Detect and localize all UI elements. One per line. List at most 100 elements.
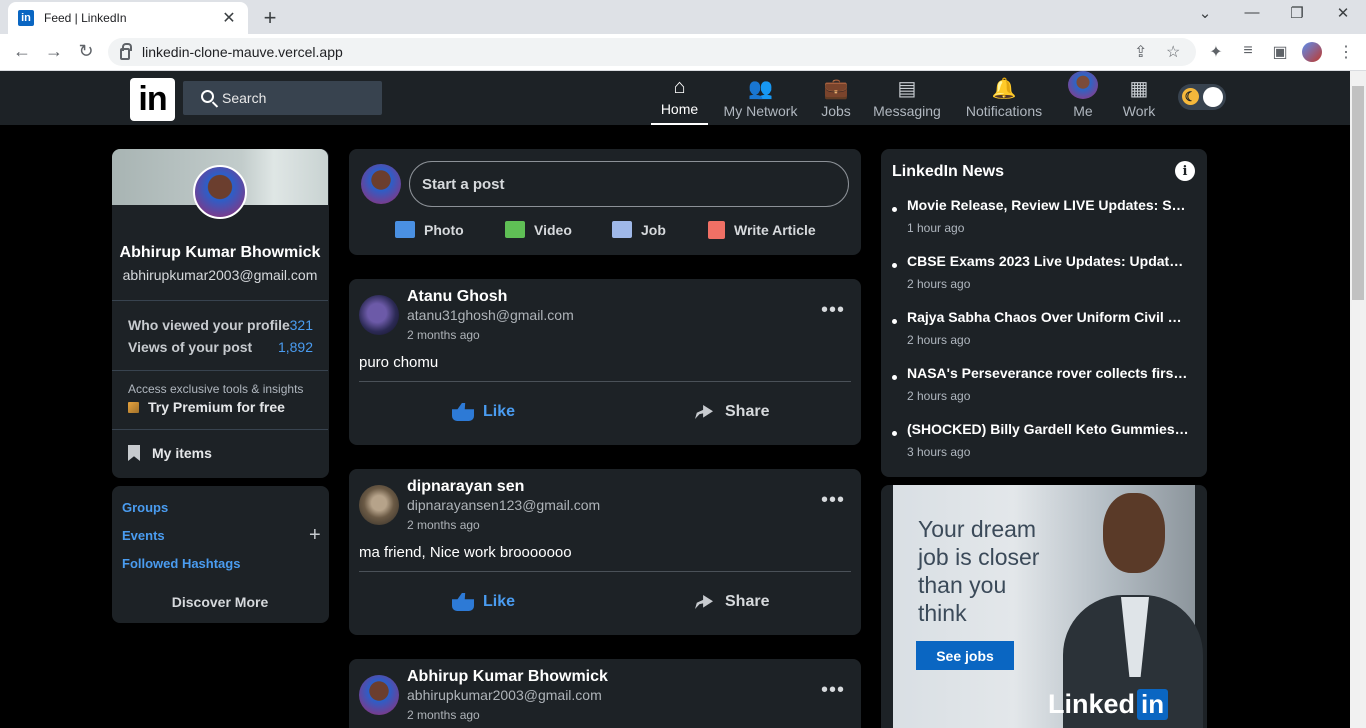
- nav-messaging[interactable]: ▤ Messaging: [869, 71, 945, 125]
- share-button[interactable]: Share: [695, 403, 769, 421]
- address-bar[interactable]: linkedin-clone-mauve.vercel.app ⇪ ☆: [108, 38, 1196, 66]
- theme-toggle[interactable]: ☾: [1178, 84, 1226, 110]
- premium-hint: Access exclusive tools & insights: [128, 382, 304, 396]
- minimize-window-icon[interactable]: —: [1242, 4, 1262, 21]
- info-icon[interactable]: i: [1175, 161, 1195, 181]
- new-tab-icon[interactable]: +: [259, 5, 281, 31]
- photo-button[interactable]: Photo: [395, 221, 464, 238]
- briefcase-icon: [612, 221, 632, 238]
- profile-name[interactable]: Abhirup Kumar Bhowmick: [112, 244, 328, 262]
- premium-link[interactable]: Try Premium for free: [128, 399, 285, 415]
- avatar[interactable]: [359, 485, 399, 525]
- post-author-name[interactable]: dipnarayan sen: [407, 478, 524, 496]
- tab-title: Feed | LinkedIn: [44, 11, 127, 25]
- profile-avatar[interactable]: [193, 165, 247, 219]
- post-text: ma friend, Nice work brooooooo: [359, 544, 572, 561]
- browser-tab[interactable]: in Feed | LinkedIn ✕: [8, 2, 248, 34]
- groups-link[interactable]: Groups: [122, 500, 168, 515]
- search-placeholder: Search: [222, 90, 267, 106]
- nav-home[interactable]: ⌂ Home: [651, 71, 708, 125]
- bullet-icon: [892, 263, 897, 268]
- stat-profile-views-label[interactable]: Who viewed your profile: [128, 317, 290, 333]
- events-link[interactable]: Events: [122, 528, 165, 543]
- divider: [359, 571, 851, 572]
- see-jobs-button[interactable]: See jobs: [916, 641, 1014, 670]
- nav-notifications[interactable]: 🔔 Notifications: [960, 71, 1048, 125]
- linkedin-logo[interactable]: in: [130, 78, 175, 121]
- bullet-icon: [892, 319, 897, 324]
- share-label: Share: [725, 593, 770, 610]
- news-headline[interactable]: Movie Release, Review LIVE Updates: Sala…: [907, 197, 1189, 213]
- start-post-input[interactable]: Start a post: [409, 161, 849, 207]
- like-button[interactable]: Like: [452, 403, 515, 421]
- post-card: dipnarayan sen dipnarayansen123@gmail.co…: [349, 469, 861, 635]
- scrollbar-thumb[interactable]: [1352, 86, 1364, 300]
- browser-profile-avatar[interactable]: [1302, 42, 1322, 62]
- bullet-icon: [892, 207, 897, 212]
- nav-jobs[interactable]: 💼 Jobs: [814, 71, 858, 125]
- back-icon[interactable]: ←: [12, 41, 32, 62]
- news-card: LinkedIn News i Movie Release, Review LI…: [881, 149, 1207, 477]
- extensions-icon[interactable]: ✦: [1206, 42, 1226, 62]
- divider: [112, 300, 328, 301]
- my-items-label: My items: [152, 445, 212, 461]
- like-button[interactable]: Like: [452, 593, 515, 611]
- search-input[interactable]: Search: [183, 81, 382, 115]
- ad-banner[interactable]: Your dream job is closer than you think …: [881, 485, 1207, 728]
- write-article-button[interactable]: Write Article: [708, 221, 816, 239]
- ad-headline: Your dream job is closer than you think: [918, 516, 1040, 626]
- media-icon[interactable]: ≡: [1238, 42, 1258, 60]
- more-options-icon[interactable]: •••: [821, 680, 845, 700]
- job-button[interactable]: Job: [612, 221, 666, 238]
- my-items-link[interactable]: My items: [128, 445, 212, 461]
- news-title: LinkedIn News: [892, 163, 1005, 180]
- divider: [112, 429, 328, 430]
- stat-post-views-label[interactable]: Views of your post: [128, 339, 252, 355]
- nav-work-label: Work: [1122, 103, 1156, 119]
- message-icon: ▤: [897, 78, 917, 100]
- news-headline[interactable]: Rajya Sabha Chaos Over Uniform Civil Cod…: [907, 309, 1189, 325]
- browser-toolbar: ← → ↻ linkedin-clone-mauve.vercel.app ⇪ …: [0, 34, 1366, 71]
- plus-icon[interactable]: +: [309, 524, 321, 547]
- side-panel-icon[interactable]: ▣: [1270, 42, 1290, 62]
- avatar[interactable]: [359, 295, 399, 335]
- forward-icon[interactable]: →: [44, 41, 64, 62]
- grid-icon: ▦: [1129, 78, 1149, 100]
- share-page-icon[interactable]: ⇪: [1134, 42, 1147, 62]
- minimize-icon[interactable]: ⌄: [1195, 4, 1215, 22]
- photo-icon: [395, 221, 415, 238]
- post-author-name[interactable]: Atanu Ghosh: [407, 288, 507, 306]
- news-headline[interactable]: CBSE Exams 2023 Live Updates: Updates on: [907, 253, 1189, 269]
- lock-icon[interactable]: [120, 42, 132, 60]
- post-timestamp: 2 months ago: [407, 518, 480, 532]
- discover-more-button[interactable]: Discover More: [112, 594, 328, 610]
- news-headline[interactable]: (SHOCKED) Billy Gardell Keto Gummies Rev…: [907, 421, 1189, 437]
- toggle-knob: [1203, 87, 1223, 107]
- close-tab-icon[interactable]: ✕: [220, 8, 238, 28]
- video-button[interactable]: Video: [505, 221, 572, 238]
- menu-icon[interactable]: ⋮: [1336, 42, 1356, 62]
- nav-me[interactable]: Me: [1064, 71, 1102, 125]
- news-headline[interactable]: NASA's Perseverance rover collects first…: [907, 365, 1189, 381]
- stat-post-views-value[interactable]: 1,892: [278, 339, 313, 355]
- url-text: linkedin-clone-mauve.vercel.app: [142, 44, 343, 60]
- bookmark-icon: [128, 445, 140, 461]
- restore-window-icon[interactable]: ❐: [1287, 4, 1307, 22]
- reload-icon[interactable]: ↻: [76, 41, 96, 62]
- nav-messaging-label: Messaging: [873, 103, 941, 119]
- nav-home-label: Home: [660, 101, 699, 117]
- more-options-icon[interactable]: •••: [821, 300, 845, 320]
- more-options-icon[interactable]: •••: [821, 490, 845, 510]
- share-button[interactable]: Share: [695, 593, 769, 611]
- nav-work[interactable]: ▦ Work: [1119, 71, 1159, 125]
- nav-my-network[interactable]: 👥 My Network: [718, 71, 803, 125]
- avatar[interactable]: [359, 675, 399, 715]
- hashtags-link[interactable]: Followed Hashtags: [122, 556, 240, 571]
- share-box: Start a post Photo Video Job Write Artic…: [349, 149, 861, 255]
- stat-profile-views-value[interactable]: 321: [290, 317, 313, 333]
- post-author-name[interactable]: Abhirup Kumar Bhowmick: [407, 668, 608, 686]
- video-label: Video: [534, 221, 572, 238]
- close-window-icon[interactable]: ✕: [1333, 4, 1353, 22]
- news-time: 2 hours ago: [907, 277, 971, 291]
- bookmark-star-icon[interactable]: ☆: [1166, 42, 1180, 62]
